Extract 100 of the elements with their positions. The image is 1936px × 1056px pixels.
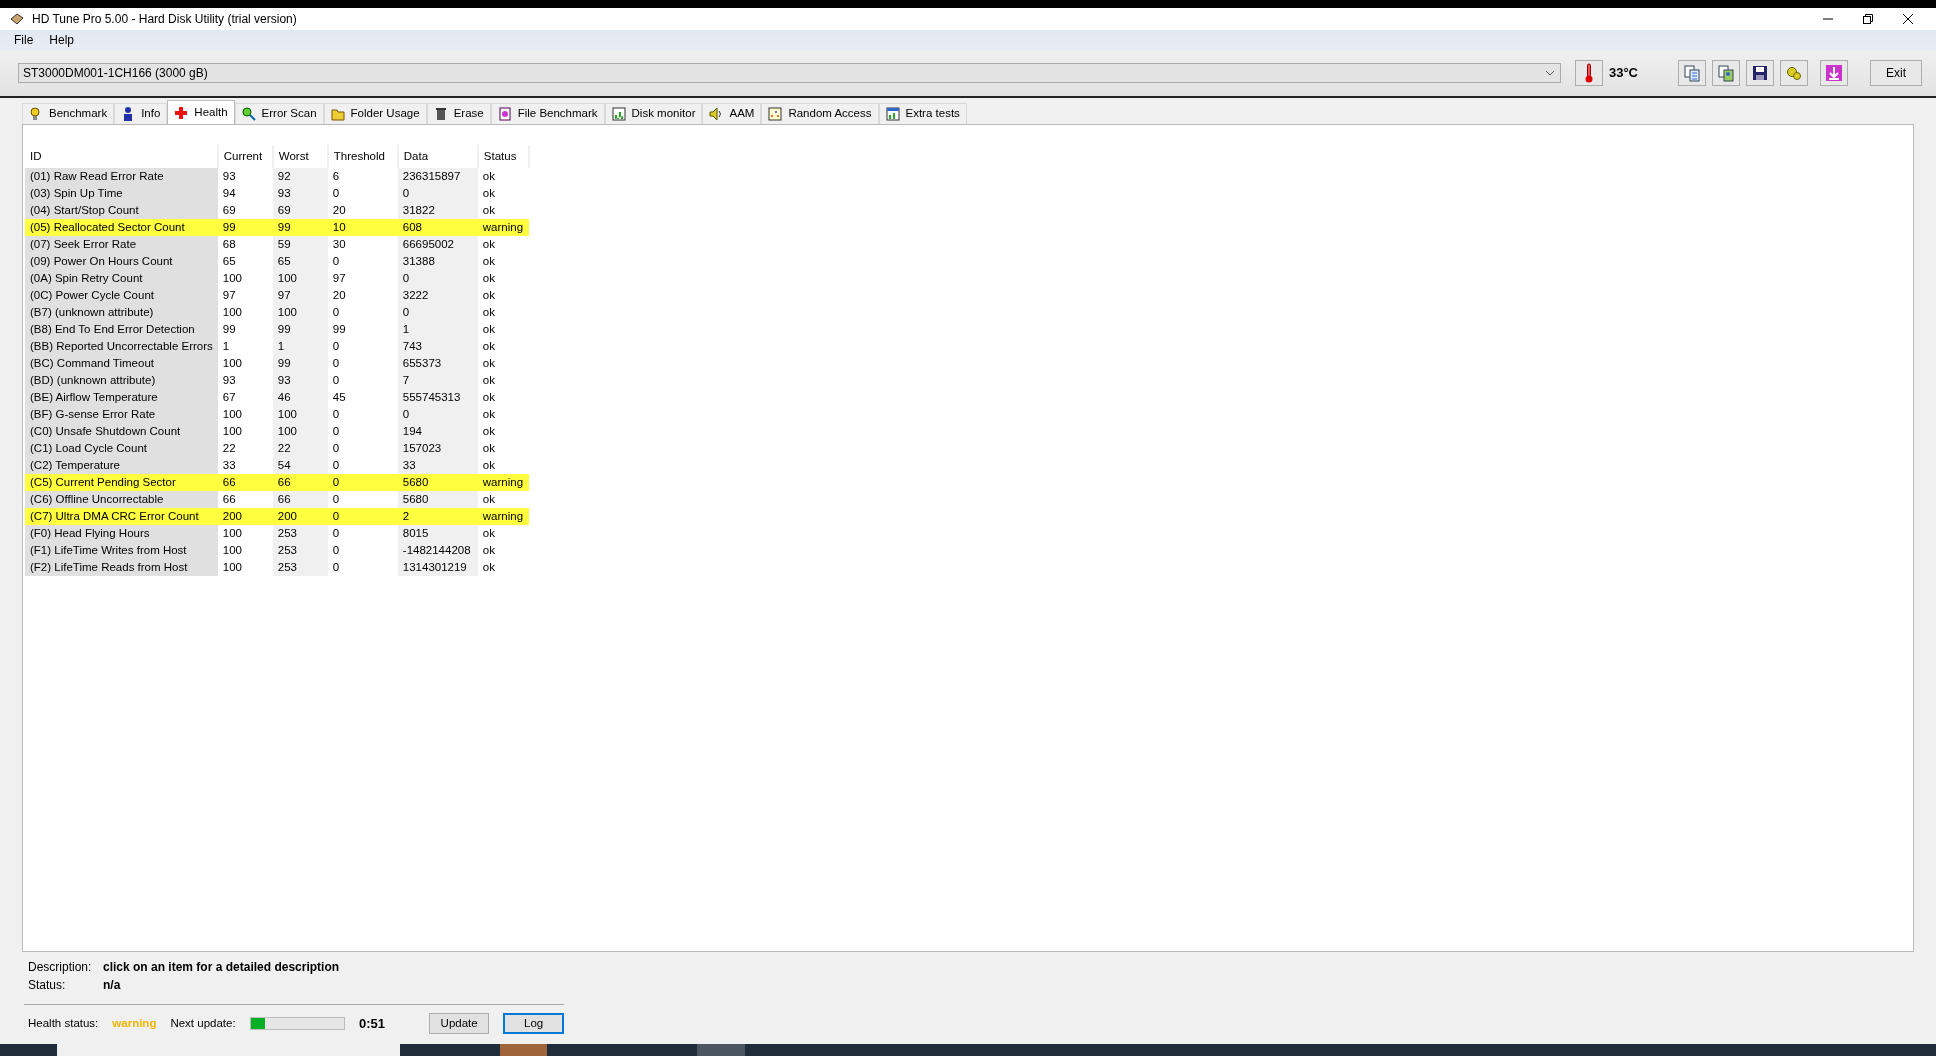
table-cell: 100 — [272, 270, 328, 287]
table-cell[interactable]: (C5) Current Pending Sector — [25, 474, 218, 491]
table-cell: 0 — [327, 338, 398, 355]
scatter-chart-icon — [768, 107, 783, 121]
table-cell[interactable]: (0A) Spin Retry Count — [25, 270, 218, 287]
table-cell: 33 — [397, 457, 478, 474]
table-cell: 0 — [327, 304, 398, 321]
table-cell: 0 — [397, 185, 478, 202]
document-icon — [497, 107, 512, 121]
table-cell: 0 — [327, 491, 398, 508]
table-cell: 66 — [272, 491, 328, 508]
table-cell[interactable]: (B8) End To End Error Detection — [25, 321, 218, 338]
copy-text-icon[interactable] — [1678, 60, 1706, 86]
table-cell: 200 — [217, 508, 273, 525]
table-cell: 100 — [217, 304, 273, 321]
table-cell: 65 — [272, 253, 328, 270]
table-cell: 97 — [272, 287, 328, 304]
table-cell[interactable]: (C7) Ultra DMA CRC Error Count — [25, 508, 218, 525]
table-cell[interactable]: (C1) Load Cycle Count — [25, 440, 218, 457]
table-cell: 93 — [272, 185, 328, 202]
table-cell: 0 — [327, 474, 398, 491]
dropdown-caret-icon[interactable] — [1544, 70, 1555, 76]
table-cell: 0 — [327, 559, 398, 576]
table-cell: 0 — [327, 457, 398, 474]
table-cell[interactable]: (B7) (unknown attribute) — [25, 304, 218, 321]
table-cell: 0 — [327, 253, 398, 270]
folder-icon — [330, 107, 345, 121]
table-cell: 97 — [217, 287, 273, 304]
table-cell[interactable]: (C6) Offline Uncorrectable — [25, 491, 218, 508]
table-cell[interactable]: (F0) Head Flying Hours — [25, 525, 218, 542]
table-cell[interactable]: (04) Start/Stop Count — [25, 202, 218, 219]
copy-image-icon[interactable] — [1712, 60, 1740, 86]
tab[interactable]: Error Scan — [234, 103, 324, 124]
table-cell[interactable]: (BB) Reported Uncorrectable Errors — [25, 338, 218, 355]
table-cell[interactable]: (05) Reallocated Sector Count — [25, 219, 218, 236]
next-update-label: Next update: — [170, 1015, 236, 1031]
table-cell[interactable]: (01) Raw Read Error Rate — [25, 168, 218, 185]
table-cell: 99 — [217, 321, 273, 338]
table-cell: ok — [477, 168, 529, 185]
thermometer-icon[interactable] — [1574, 60, 1603, 86]
table-cell: 6 — [327, 168, 398, 185]
menu-item[interactable]: File — [8, 31, 40, 49]
table-cell: 100 — [217, 542, 273, 559]
table-cell: 0 — [327, 440, 398, 457]
table-cell[interactable]: (C2) Temperature — [25, 457, 218, 474]
download-icon[interactable] — [1820, 60, 1848, 86]
tab[interactable]: Extra tests — [878, 103, 967, 124]
table-cell[interactable]: (C0) Unsafe Shutdown Count — [25, 423, 218, 440]
table-cell: 22 — [272, 440, 328, 457]
table-cell: 93 — [217, 168, 273, 185]
drive-dropdown[interactable]: ST3000DM001-1CH166 (3000 gB) — [18, 63, 1561, 83]
log-button[interactable]: Log — [503, 1013, 564, 1034]
table-cell[interactable]: (BE) Airflow Temperature — [25, 389, 218, 406]
table-cell: 99 — [217, 219, 273, 236]
table-cell[interactable]: (BD) (unknown attribute) — [25, 372, 218, 389]
table-cell[interactable]: (07) Seek Error Rate — [25, 236, 218, 253]
column-header[interactable]: Threshold — [327, 145, 398, 168]
save-icon[interactable] — [1746, 60, 1774, 86]
column-header[interactable]: Data — [397, 145, 478, 168]
table-cell[interactable]: (F2) LifeTime Reads from Host — [25, 559, 218, 576]
table-cell: 100 — [217, 525, 273, 542]
table-cell: 555745313 — [397, 389, 478, 406]
table-cell: 743 — [397, 338, 478, 355]
exit-button[interactable]: Exit — [1870, 60, 1922, 86]
tab[interactable]: Folder Usage — [323, 103, 427, 124]
table-cell: 33 — [217, 457, 273, 474]
table-cell: 0 — [327, 406, 398, 423]
table-cell: 99 — [272, 321, 328, 338]
update-button[interactable]: Update — [429, 1013, 490, 1034]
column-header[interactable]: ID — [25, 145, 218, 168]
table-cell[interactable]: (F1) LifeTime Writes from Host — [25, 542, 218, 559]
tab[interactable]: Health — [167, 100, 235, 124]
table-cell[interactable]: (BC) Command Timeout — [25, 355, 218, 372]
table-cell: 66695002 — [397, 236, 478, 253]
tab[interactable]: File Benchmark — [490, 103, 605, 124]
table-cell[interactable]: (0C) Power Cycle Count — [25, 287, 218, 304]
table-cell: 0 — [327, 542, 398, 559]
table-cell: 5680 — [397, 474, 478, 491]
table-cell: 67 — [217, 389, 273, 406]
table-cell: 93 — [272, 372, 328, 389]
table-cell: 1 — [217, 338, 273, 355]
column-header[interactable]: Status — [477, 145, 529, 168]
tab[interactable]: Benchmark — [22, 103, 115, 124]
table-cell[interactable]: (09) Power On Hours Count — [25, 253, 218, 270]
app-icon — [10, 13, 24, 25]
settings-icon[interactable] — [1780, 60, 1808, 86]
lightbulb-icon — [29, 107, 43, 121]
tab[interactable]: Erase — [426, 103, 491, 124]
table-cell: warning — [477, 508, 529, 525]
table-cell[interactable]: (03) Spin Up Time — [25, 185, 218, 202]
column-header[interactable]: Current — [217, 145, 273, 168]
column-header[interactable]: Worst — [272, 145, 328, 168]
menu-item[interactable]: Help — [43, 31, 81, 49]
table-cell: 100 — [272, 406, 328, 423]
tab[interactable]: Disk monitor — [604, 103, 703, 124]
table-cell: 31388 — [397, 253, 478, 270]
tab[interactable]: Info — [114, 103, 168, 124]
tab[interactable]: AAM — [702, 103, 762, 124]
tab[interactable]: Random Access — [761, 103, 879, 124]
table-cell[interactable]: (BF) G-sense Error Rate — [25, 406, 218, 423]
